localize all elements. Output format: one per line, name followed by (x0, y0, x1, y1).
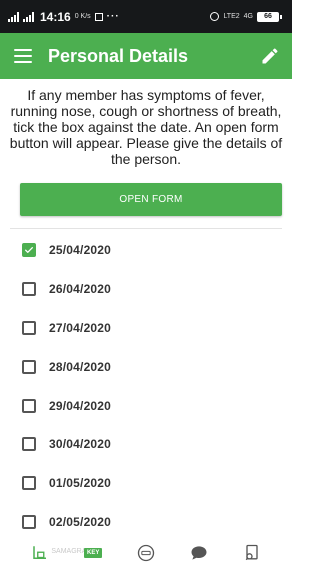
screen: 14:16 0 K/s ··· LTE2 4G 66 Personal Deta… (0, 0, 292, 567)
status-bar-left: 14:16 0 K/s ··· (8, 10, 120, 24)
date-list-item: 25/04/2020 (0, 231, 292, 270)
key-icon: KEY (84, 548, 103, 558)
date-label: 28/04/2020 (49, 359, 112, 374)
bag-icon (33, 546, 47, 559)
nav-search-button[interactable] (241, 543, 263, 563)
date-label: 30/04/2020 (49, 437, 112, 452)
status-bar-right: LTE2 4G 66 (210, 11, 282, 22)
date-label: 29/04/2020 (49, 398, 112, 413)
nav-home-button[interactable]: SAMAGRA (29, 543, 86, 563)
battery-icon: 66 (257, 11, 282, 22)
date-label: 01/05/2020 (49, 476, 112, 491)
date-list-item: 27/04/2020 (0, 309, 292, 348)
date-checkbox[interactable] (22, 398, 36, 413)
open-form-button[interactable]: OPEN FORM (20, 183, 282, 216)
date-label: 02/05/2020 (49, 514, 112, 529)
checkmark-icon (25, 247, 33, 254)
badge-icon (137, 544, 155, 562)
date-checkbox[interactable] (22, 437, 36, 452)
date-list-item: 02/05/2020 (0, 503, 292, 542)
date-list-item: 30/04/2020 (0, 425, 292, 464)
app-bar: Personal Details (0, 33, 292, 79)
date-checkbox[interactable] (22, 514, 36, 529)
nav-key-button[interactable]: KEY (82, 543, 104, 563)
battery-level: 66 (257, 11, 279, 22)
menu-icon[interactable] (14, 49, 32, 63)
edit-icon[interactable] (260, 46, 280, 66)
date-checkbox[interactable] (22, 320, 36, 335)
date-list-item: 29/04/2020 (0, 386, 292, 425)
date-list: 25/04/2020 26/04/2020 27/04/2020 28/04/2… (0, 231, 292, 541)
more-notifications-icon: ··· (106, 11, 120, 22)
lte-label: LTE2 (223, 13, 240, 20)
date-label: 25/04/2020 (49, 243, 112, 258)
date-list-item: 26/04/2020 (0, 270, 292, 309)
signal-icon (23, 11, 34, 22)
network-type: 4G (243, 13, 253, 20)
alarm-icon (210, 12, 220, 21)
status-bar: 14:16 0 K/s ··· LTE2 4G 66 (0, 0, 292, 33)
date-list-item: 28/04/2020 (0, 347, 292, 386)
notification-icon (94, 12, 103, 21)
nav-chat-button[interactable] (188, 543, 210, 563)
status-time: 14:16 (40, 9, 71, 24)
date-checkbox[interactable] (22, 282, 36, 297)
network-speed: 0 K/s (74, 13, 91, 20)
divider (10, 228, 282, 229)
date-checkbox[interactable] (22, 359, 36, 374)
instructions-text: If any member has symptoms of fever, run… (9, 87, 283, 167)
document-search-icon (245, 544, 258, 561)
signal-icon (8, 11, 19, 22)
nav-badge-button[interactable] (135, 543, 157, 563)
bottom-nav: SAMAGRA KEY (0, 539, 292, 567)
date-checkbox[interactable] (22, 476, 36, 491)
nav-faded-text: SAMAGRA (51, 548, 87, 555)
date-list-item: 01/05/2020 (0, 464, 292, 503)
date-label: 26/04/2020 (49, 282, 112, 297)
page-title: Personal Details (48, 45, 189, 66)
date-checkbox[interactable] (22, 243, 36, 258)
chat-icon (191, 546, 207, 560)
date-label: 27/04/2020 (49, 320, 112, 335)
